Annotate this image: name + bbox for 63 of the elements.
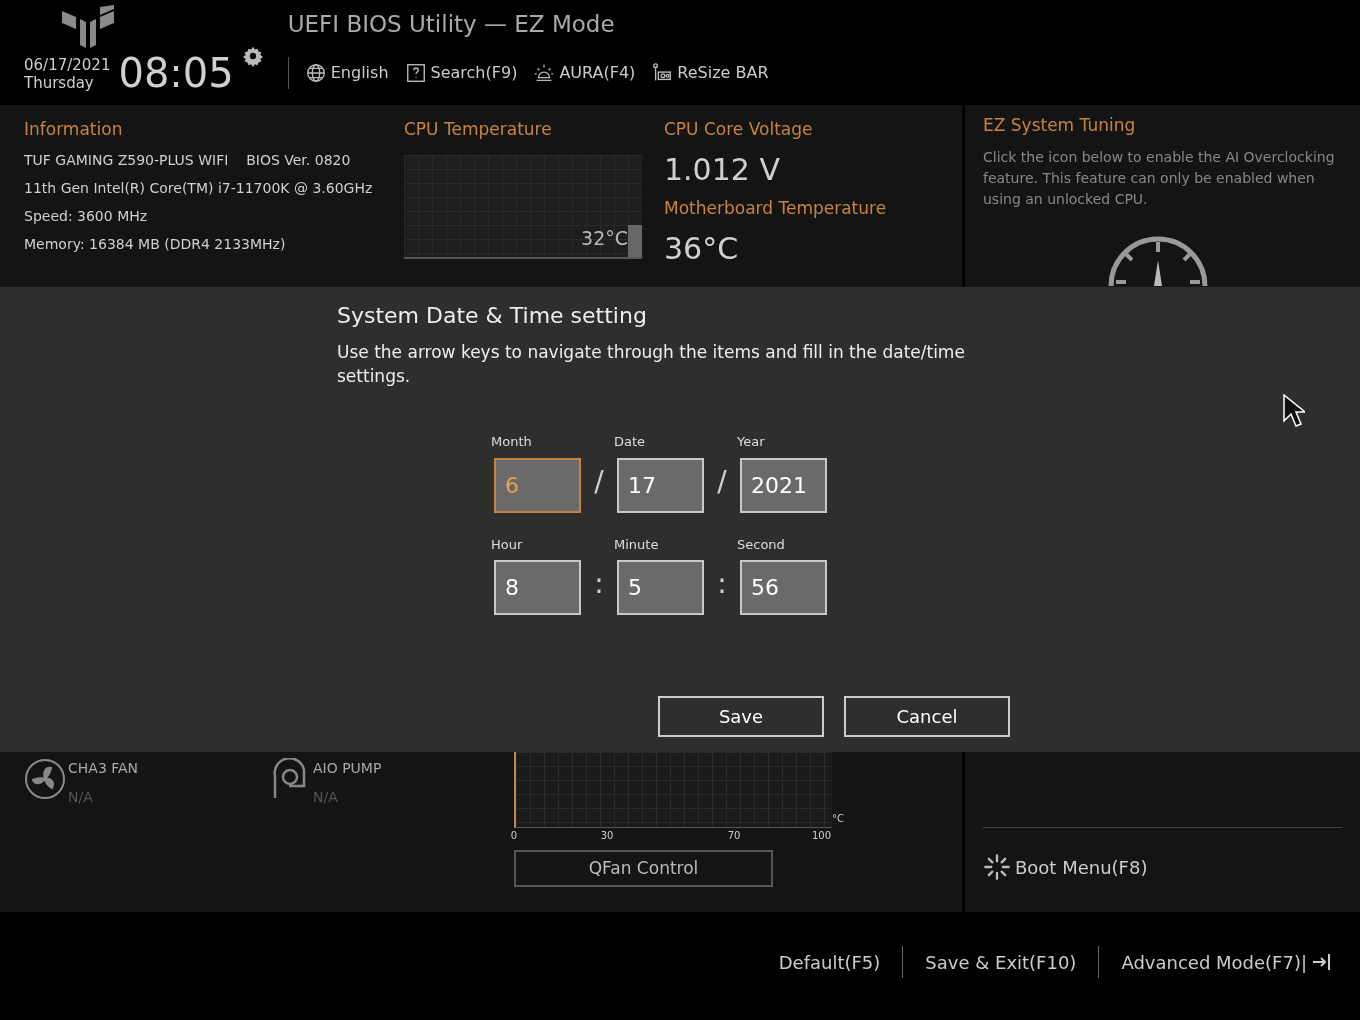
globe-icon — [304, 62, 327, 84]
footer-button[interactable]: Default(F5) — [767, 948, 892, 976]
weekday-text: Thursday — [24, 74, 95, 93]
toolbar-button[interactable]: English — [304, 61, 389, 85]
separator-text: : — [593, 566, 605, 602]
input-field[interactable]: 2021 — [740, 457, 827, 513]
temperature-bar — [628, 224, 642, 257]
clock-time: 08:05 — [118, 53, 234, 93]
dialog-message: Use the arrow keys to navigate through the items and fill in the date/time settings. — [337, 341, 966, 388]
temperature-reading: 32°C — [581, 226, 628, 251]
axis-tick-label: 30 — [599, 829, 615, 843]
temperature-value: 36°C — [664, 229, 740, 267]
field-label: Second — [737, 535, 786, 554]
fan-value: N/A — [313, 788, 339, 807]
info-text: Speed: 3600 MHz — [24, 206, 148, 226]
spinner-icon — [983, 853, 1011, 881]
qfan-control-button[interactable]: QFan Control — [514, 850, 773, 887]
section-title: CPU Core Voltage — [664, 118, 814, 141]
section-title: CPU Temperature — [404, 118, 553, 141]
section-title: Motherboard Temperature — [664, 197, 887, 220]
axis-tick-label: 70 — [726, 829, 742, 843]
voltage-value: 1.012 V — [664, 150, 781, 188]
fan-icon — [24, 758, 66, 800]
input-field[interactable]: 56 — [740, 560, 827, 615]
input-field[interactable]: 8 — [494, 560, 581, 615]
logo-icon — [60, 5, 116, 49]
dialog-button[interactable]: Cancel — [844, 696, 1010, 737]
section-title: Information — [24, 118, 124, 141]
fan-value: N/A — [68, 788, 94, 807]
info-text: TUF GAMING Z590-PLUS WIFI BIOS Ver. 0820 — [24, 150, 351, 170]
separator-text: : — [716, 566, 728, 602]
fan-name: CHA3 FAN — [68, 759, 139, 778]
tuning-description: Click the icon below to enable the AI Overclocking feature. This feature can only be enabled when using an unlocked CPU. — [983, 147, 1336, 209]
toolbar-button[interactable]: AURA(F4) — [533, 61, 636, 85]
field-label: Minute — [614, 535, 660, 554]
separator-text: / — [716, 463, 728, 500]
fan-name: AIO PUMP — [313, 759, 382, 778]
axis-tick-label: 0 — [509, 829, 519, 843]
input-field[interactable]: 17 — [617, 457, 704, 513]
input-field[interactable]: 5 — [617, 560, 704, 615]
lamp-icon — [533, 62, 556, 84]
field-label: Date — [614, 433, 647, 451]
dialog-title: System Date & Time setting — [337, 302, 648, 330]
separator-text: / — [593, 463, 605, 500]
footer-button[interactable]: Advanced Mode(F7)| — [1110, 948, 1342, 976]
info-text: Memory: 16384 MB (DDR4 2133MHz) — [24, 234, 286, 254]
info-text: 11th Gen Intel(R) Core(TM) i7-11700K @ 3.60GHz — [24, 178, 373, 198]
help-icon — [404, 62, 427, 84]
section-title: EZ System Tuning — [983, 114, 1137, 137]
toolbar-button[interactable]: Search(F9) — [404, 61, 518, 85]
mouse-pointer-icon — [1283, 394, 1305, 428]
toolbar-button[interactable]: ReSize BAR — [651, 61, 769, 85]
footer-button[interactable]: Save & Exit(F10) — [914, 948, 1088, 976]
field-label: Hour — [491, 535, 524, 554]
field-label: Month — [491, 433, 533, 451]
boot-menu-button[interactable]: Boot Menu(F8) — [983, 853, 1342, 881]
window-title: UEFI BIOS Utility — EZ Mode — [287, 9, 616, 39]
field-label: Year — [737, 433, 766, 451]
exit-icon — [1311, 952, 1331, 972]
settings-icon[interactable] — [241, 45, 264, 67]
axis-unit: °C — [832, 812, 844, 826]
date-text: 06/17/2021 — [24, 55, 111, 75]
dialog-button[interactable]: Save — [658, 696, 824, 737]
